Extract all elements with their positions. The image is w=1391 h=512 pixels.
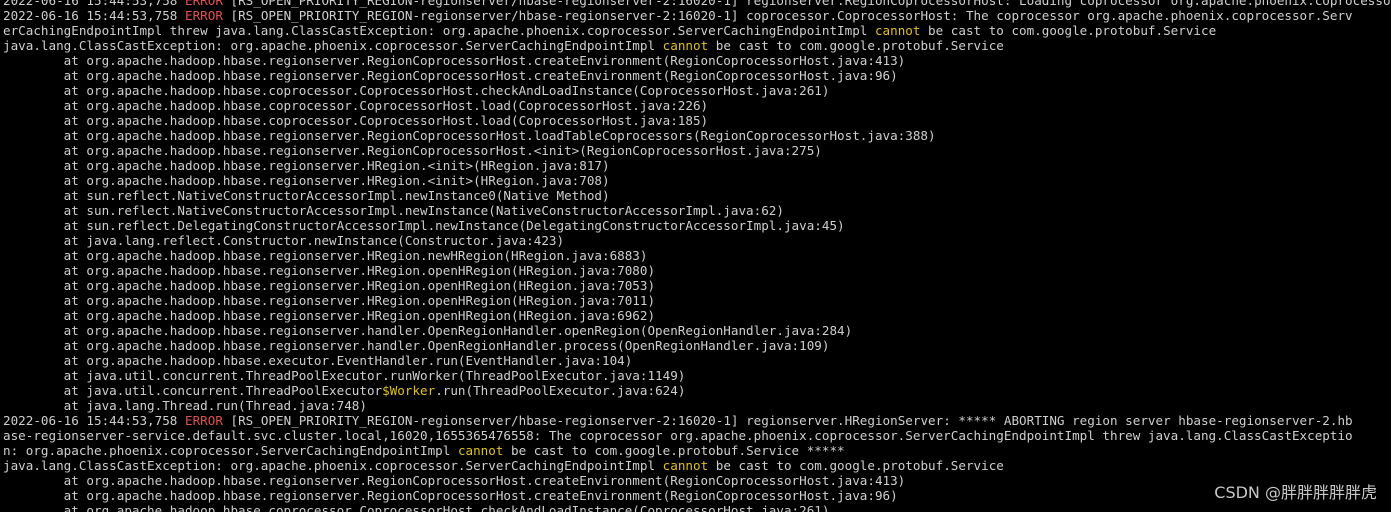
log-text: at java.lang.reflect.Constructor.newInst… bbox=[3, 233, 565, 248]
log-line: at org.apache.hadoop.hbase.regionserver.… bbox=[3, 488, 1391, 503]
log-text: at org.apache.hadoop.hbase.regionserver.… bbox=[3, 53, 906, 68]
log-text: n: org.apache.phoenix.coprocessor.Server… bbox=[3, 443, 458, 458]
log-line: at org.apache.hadoop.hbase.regionserver.… bbox=[3, 158, 1391, 173]
log-text: be cast to com.google.protobuf.Service bbox=[920, 23, 1217, 38]
log-line: at java.lang.Thread.run(Thread.java:748) bbox=[3, 398, 1391, 413]
log-text: at org.apache.hadoop.hbase.regionserver.… bbox=[3, 338, 830, 353]
log-output: 2022-06-16 15:44:53,758 ERROR [RS_OPEN_P… bbox=[3, 0, 1391, 512]
log-text: at sun.reflect.NativeConstructorAccessor… bbox=[3, 188, 610, 203]
log-line: at org.apache.hadoop.hbase.executor.Even… bbox=[3, 353, 1391, 368]
highlight-keyword: cannot bbox=[662, 458, 709, 473]
log-text: 2022-06-16 15:44:53,758 bbox=[3, 0, 185, 8]
log-text: be cast to com.google.protobuf.Service bbox=[708, 38, 1004, 53]
log-text: at org.apache.hadoop.hbase.regionserver.… bbox=[3, 473, 906, 488]
highlight-keyword: $Worker bbox=[382, 383, 436, 398]
log-line: at org.apache.hadoop.hbase.regionserver.… bbox=[3, 278, 1391, 293]
log-line: at org.apache.hadoop.hbase.regionserver.… bbox=[3, 263, 1391, 278]
log-text: at sun.reflect.DelegatingConstructorAcce… bbox=[3, 218, 845, 233]
log-text: at org.apache.hadoop.hbase.coprocessor.C… bbox=[3, 503, 830, 512]
log-line: at org.apache.hadoop.hbase.regionserver.… bbox=[3, 473, 1391, 488]
log-line: at org.apache.hadoop.hbase.regionserver.… bbox=[3, 128, 1391, 143]
csdn-watermark: CSDN @胖胖胖胖胖虎 bbox=[1214, 483, 1377, 502]
log-text: at org.apache.hadoop.hbase.coprocessor.C… bbox=[3, 113, 709, 128]
log-text: 2022-06-16 15:44:53,758 bbox=[3, 413, 185, 428]
log-line: ase-regionserver-service.default.svc.clu… bbox=[3, 428, 1391, 443]
log-text: at org.apache.hadoop.hbase.regionserver.… bbox=[3, 143, 822, 158]
log-line: erCachingEndpointImpl threw java.lang.Cl… bbox=[3, 23, 1391, 38]
log-line: at java.lang.reflect.Constructor.newInst… bbox=[3, 233, 1391, 248]
log-text: at org.apache.hadoop.hbase.regionserver.… bbox=[3, 323, 853, 338]
log-text: at org.apache.hadoop.hbase.regionserver.… bbox=[3, 173, 610, 188]
log-text: at org.apache.hadoop.hbase.regionserver.… bbox=[3, 158, 610, 173]
log-line: at org.apache.hadoop.hbase.coprocessor.C… bbox=[3, 113, 1391, 128]
log-line: at org.apache.hadoop.hbase.regionserver.… bbox=[3, 338, 1391, 353]
log-text: at org.apache.hadoop.hbase.regionserver.… bbox=[3, 278, 656, 293]
log-line: 2022-06-16 15:44:53,758 ERROR [RS_OPEN_P… bbox=[3, 8, 1391, 23]
log-line: at sun.reflect.NativeConstructorAccessor… bbox=[3, 188, 1391, 203]
log-text: at org.apache.hadoop.hbase.coprocessor.C… bbox=[3, 83, 830, 98]
log-text: at org.apache.hadoop.hbase.regionserver.… bbox=[3, 293, 656, 308]
log-text: at org.apache.hadoop.hbase.executor.Even… bbox=[3, 353, 633, 368]
log-text: at org.apache.hadoop.hbase.regionserver.… bbox=[3, 488, 898, 503]
log-line: 2022-06-16 15:44:53,758 ERROR [RS_OPEN_P… bbox=[3, 0, 1391, 8]
log-text: ase-regionserver-service.default.svc.clu… bbox=[3, 428, 1353, 443]
log-text: at org.apache.hadoop.hbase.regionserver.… bbox=[3, 263, 656, 278]
log-text: at org.apache.hadoop.hbase.regionserver.… bbox=[3, 308, 656, 323]
log-text: be cast to com.google.protobuf.Service bbox=[708, 458, 1004, 473]
log-text: java.lang.ClassCastException: org.apache… bbox=[3, 458, 663, 473]
log-text: at org.apache.hadoop.hbase.regionserver.… bbox=[3, 68, 898, 83]
log-text: at org.apache.hadoop.hbase.regionserver.… bbox=[3, 248, 648, 263]
log-text: at java.lang.Thread.run(Thread.java:748) bbox=[3, 398, 367, 413]
log-line: at org.apache.hadoop.hbase.regionserver.… bbox=[3, 308, 1391, 323]
log-line: at sun.reflect.NativeConstructorAccessor… bbox=[3, 203, 1391, 218]
highlight-keyword: cannot bbox=[457, 443, 504, 458]
log-text: at org.apache.hadoop.hbase.coprocessor.C… bbox=[3, 98, 709, 113]
log-text: java.lang.ClassCastException: org.apache… bbox=[3, 38, 663, 53]
log-line: at org.apache.hadoop.hbase.regionserver.… bbox=[3, 143, 1391, 158]
highlight-keyword: cannot bbox=[662, 38, 709, 53]
log-line: at org.apache.hadoop.hbase.regionserver.… bbox=[3, 248, 1391, 263]
error-label: ERROR bbox=[184, 0, 223, 8]
log-text: at java.util.concurrent.ThreadPoolExecut… bbox=[3, 368, 686, 383]
log-line: 2022-06-16 15:44:53,758 ERROR [RS_OPEN_P… bbox=[3, 413, 1391, 428]
log-text: at org.apache.hadoop.hbase.regionserver.… bbox=[3, 128, 936, 143]
log-text: 2022-06-16 15:44:53,758 bbox=[3, 8, 185, 23]
log-line: at org.apache.hadoop.hbase.coprocessor.C… bbox=[3, 98, 1391, 113]
log-text: [RS_OPEN_PRIORITY_REGION-regionserver/hb… bbox=[222, 413, 1353, 428]
log-text: [RS_OPEN_PRIORITY_REGION-regionserver/hb… bbox=[222, 0, 1391, 8]
log-line: java.lang.ClassCastException: org.apache… bbox=[3, 38, 1391, 53]
log-line: n: org.apache.phoenix.coprocessor.Server… bbox=[3, 443, 1391, 458]
error-label: ERROR bbox=[184, 8, 223, 23]
log-text: at sun.reflect.NativeConstructorAccessor… bbox=[3, 203, 784, 218]
log-line: at org.apache.hadoop.hbase.regionserver.… bbox=[3, 323, 1391, 338]
log-line: at org.apache.hadoop.hbase.coprocessor.C… bbox=[3, 83, 1391, 98]
log-line: at org.apache.hadoop.hbase.regionserver.… bbox=[3, 173, 1391, 188]
log-text: [RS_OPEN_PRIORITY_REGION-regionserver/hb… bbox=[222, 8, 1353, 23]
log-line: at java.util.concurrent.ThreadPoolExecut… bbox=[3, 368, 1391, 383]
log-text: .run(ThreadPoolExecutor.java:624) bbox=[435, 383, 686, 398]
log-line: at org.apache.hadoop.hbase.regionserver.… bbox=[3, 68, 1391, 83]
log-line: at sun.reflect.DelegatingConstructorAcce… bbox=[3, 218, 1391, 233]
log-line: at org.apache.hadoop.hbase.regionserver.… bbox=[3, 293, 1391, 308]
terminal-window[interactable]: 2022-06-16 15:44:53,758 ERROR [RS_OPEN_P… bbox=[0, 0, 1391, 512]
highlight-keyword: cannot bbox=[874, 23, 921, 38]
log-text: be cast to com.google.protobuf.Service *… bbox=[503, 443, 845, 458]
error-label: ERROR bbox=[184, 413, 223, 428]
log-line: java.lang.ClassCastException: org.apache… bbox=[3, 458, 1391, 473]
log-text: erCachingEndpointImpl threw java.lang.Cl… bbox=[3, 23, 875, 38]
log-text: at java.util.concurrent.ThreadPoolExecut… bbox=[3, 383, 383, 398]
log-line: at org.apache.hadoop.hbase.regionserver.… bbox=[3, 53, 1391, 68]
log-line: at java.util.concurrent.ThreadPoolExecut… bbox=[3, 383, 1391, 398]
log-line: at org.apache.hadoop.hbase.coprocessor.C… bbox=[3, 503, 1391, 512]
